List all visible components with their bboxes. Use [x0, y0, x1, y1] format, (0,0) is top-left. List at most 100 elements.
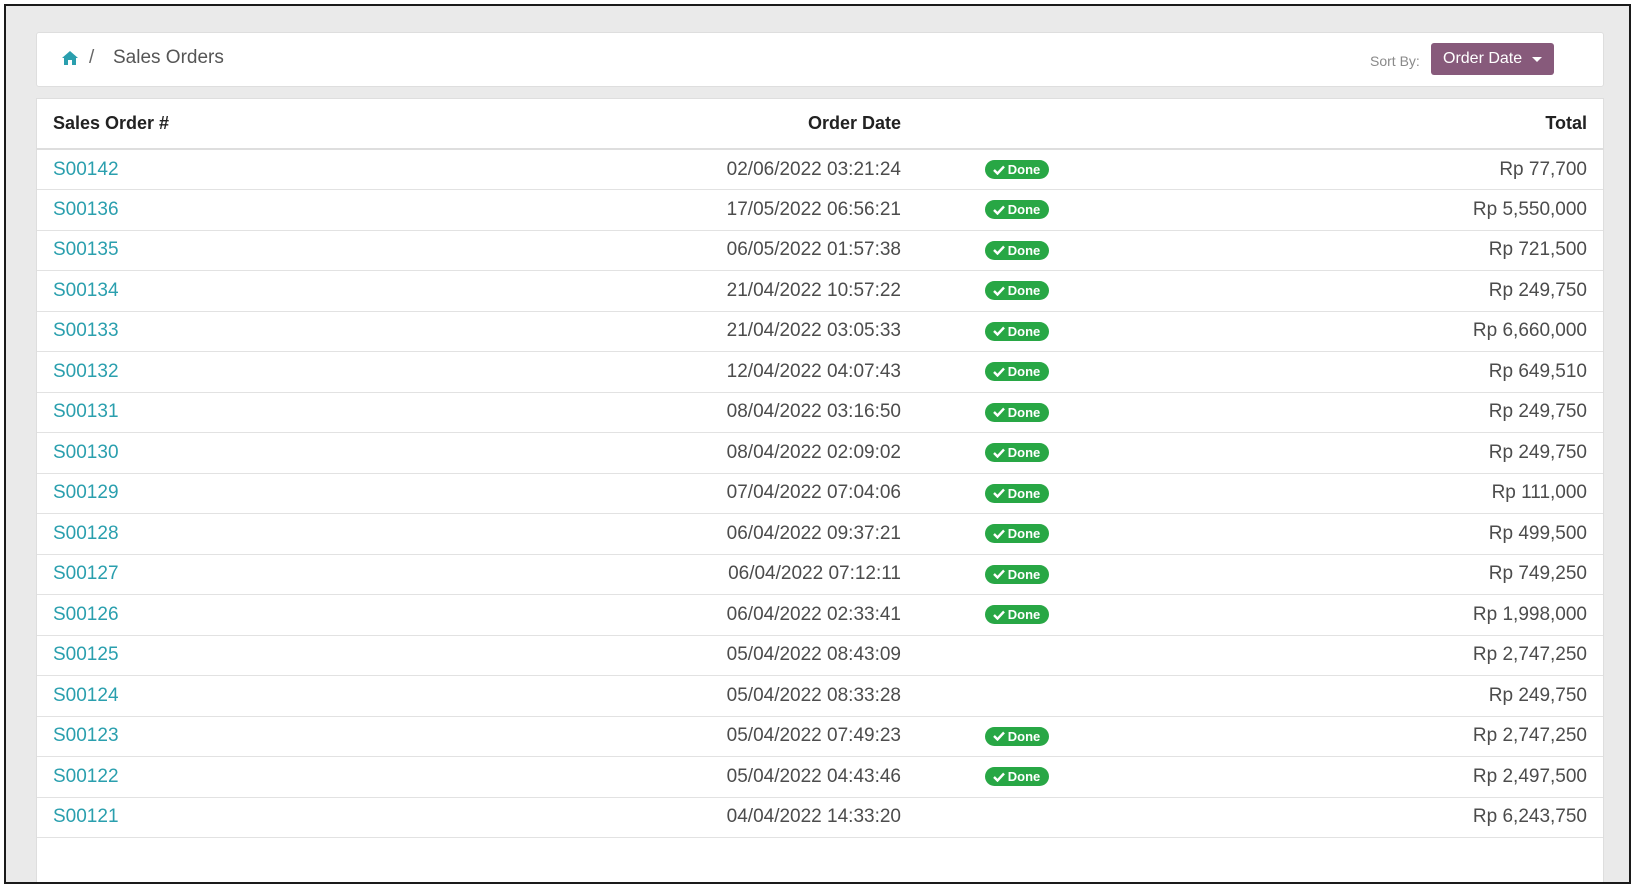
order-date-cell: 05/04/2022 07:49:23 [597, 716, 917, 757]
order-link[interactable]: S00127 [53, 563, 119, 584]
total-cell: Rp 749,250 [1097, 554, 1603, 595]
table-row[interactable]: S00132 12/04/2022 04:07:43 Done Rp 649,510 [37, 351, 1603, 393]
status-badge: Done [984, 281, 1050, 301]
order-link[interactable]: S00125 [53, 644, 119, 665]
status-label: Done [1007, 162, 1041, 177]
check-icon [992, 488, 1005, 499]
status-label: Done [1007, 526, 1041, 542]
table-row[interactable]: S00126 06/04/2022 02:33:41 Done Rp 1,998,00… [37, 594, 1603, 636]
order-link[interactable]: S00124 [53, 685, 119, 706]
order-number-cell: S00128 [37, 513, 597, 555]
total-cell: Rp 1,998,000 [1097, 594, 1603, 636]
status-label: Done [1007, 566, 1041, 582]
order-date-cell: 07/04/2022 07:04:06 [597, 473, 917, 514]
status-badge: Done [984, 605, 1050, 625]
status-badge: Done [984, 321, 1050, 341]
status-cell: Done [917, 149, 1097, 190]
status-cell: Done [917, 513, 1097, 555]
order-date-cell: 06/04/2022 09:37:21 [597, 513, 917, 555]
status-cell: Done [917, 392, 1097, 433]
status-label: Done [1007, 485, 1041, 501]
status-badge: Done [984, 160, 1050, 179]
order-link[interactable]: S00132 [53, 361, 119, 382]
status-badge: Done [984, 524, 1050, 544]
order-link[interactable]: S00133 [53, 320, 119, 341]
total-cell: Rp 111,000 [1097, 473, 1603, 514]
order-number-cell: S00126 [37, 594, 597, 636]
order-link[interactable]: S00129 [53, 482, 119, 503]
table-row[interactable]: S00131 08/04/2022 03:16:50 Done Rp 249,750 [37, 392, 1603, 433]
header-total[interactable]: Total [1097, 99, 1603, 150]
table-row[interactable]: S00127 06/04/2022 07:12:11 Done Rp 749,250 [37, 554, 1603, 595]
order-link[interactable]: S00142 [53, 159, 119, 180]
status-cell [917, 635, 1097, 676]
status-cell: Done [917, 594, 1097, 636]
table-row[interactable]: S00121 04/04/2022 14:33:20 Rp 6,243,750 [37, 797, 1603, 838]
order-date-cell: 05/04/2022 08:43:09 [597, 635, 917, 676]
status-cell [917, 675, 1097, 717]
status-label: Done [1007, 202, 1041, 218]
order-link[interactable]: S00135 [53, 239, 119, 260]
header-order-date[interactable]: Order Date [597, 99, 917, 150]
order-date-cell: 06/05/2022 01:57:38 [597, 230, 917, 271]
order-link[interactable]: S00134 [53, 280, 119, 301]
home-icon[interactable] [61, 50, 79, 66]
order-link[interactable]: S00126 [53, 604, 119, 625]
total-cell: Rp 249,750 [1097, 270, 1603, 312]
status-label: Done [1007, 404, 1041, 420]
table-row[interactable]: S00122 05/04/2022 04:43:46 Done Rp 2,497,50… [37, 756, 1603, 798]
table-row[interactable]: S00136 17/05/2022 06:56:21 Done Rp 5,550,00… [37, 189, 1603, 231]
table-header-row: Sales Order # Order Date Total [37, 99, 1603, 150]
table-row[interactable]: S00130 08/04/2022 02:09:02 Done Rp 249,750 [37, 432, 1603, 474]
table-row[interactable]: S00125 05/04/2022 08:43:09 Rp 2,747,250 [37, 635, 1603, 676]
order-link[interactable]: S00121 [53, 806, 119, 827]
order-date-cell: 08/04/2022 02:09:02 [597, 432, 917, 474]
breadcrumb: / Sales Orders Sort By: Order Date [36, 32, 1604, 87]
table-row[interactable]: S00135 06/05/2022 01:57:38 Done Rp 721,500 [37, 230, 1603, 271]
table-row[interactable]: S00128 06/04/2022 09:37:21 Done Rp 499,500 [37, 513, 1603, 555]
table-row[interactable]: S00124 05/04/2022 08:33:28 Rp 249,750 [37, 675, 1603, 717]
order-date-cell: 08/04/2022 03:16:50 [597, 392, 917, 433]
check-icon [992, 286, 1005, 296]
order-number-cell: S00142 [37, 149, 597, 190]
check-icon [992, 772, 1005, 782]
table-row[interactable]: S00142 02/06/2022 03:21:24 Done Rp 77,700 [37, 149, 1603, 190]
total-cell: Rp 77,700 [1097, 149, 1603, 190]
table-row[interactable]: S00129 07/04/2022 07:04:06 Done Rp 111,000 [37, 473, 1603, 514]
total-cell: Rp 2,747,250 [1097, 716, 1603, 757]
table-row[interactable]: S00134 21/04/2022 10:57:22 Done Rp 249,750 [37, 270, 1603, 312]
breadcrumb-separator: / [89, 47, 95, 68]
order-link[interactable]: S00123 [53, 725, 119, 746]
order-link[interactable]: S00131 [53, 401, 119, 422]
check-icon [992, 165, 1005, 175]
status-cell: Done [917, 311, 1097, 352]
order-date-cell: 02/06/2022 03:21:24 [597, 149, 917, 190]
total-cell: Rp 6,660,000 [1097, 311, 1603, 352]
total-cell: Rp 6,243,750 [1097, 797, 1603, 838]
status-badge: Done [984, 362, 1050, 382]
header-sales-order[interactable]: Sales Order # [37, 99, 597, 150]
order-number-cell: S00133 [37, 311, 597, 352]
status-cell: Done [917, 189, 1097, 231]
table-row[interactable]: S00123 05/04/2022 07:49:23 Done Rp 2,747,25… [37, 716, 1603, 757]
window-frame: / Sales Orders Sort By: Order Date Sales… [4, 4, 1631, 884]
sort-label: Sort By: [1370, 53, 1420, 69]
total-cell: Rp 5,550,000 [1097, 189, 1603, 231]
order-date-cell: 21/04/2022 10:57:22 [597, 270, 917, 312]
check-icon [992, 529, 1005, 539]
check-icon [992, 610, 1005, 620]
order-link[interactable]: S00136 [53, 199, 119, 220]
status-badge: Done [984, 483, 1050, 503]
order-date-cell: 06/04/2022 07:12:11 [597, 554, 917, 595]
order-link[interactable]: S00122 [53, 766, 119, 787]
table-row[interactable]: S00133 21/04/2022 03:05:33 Done Rp 6,660,00… [37, 311, 1603, 352]
check-icon [992, 326, 1005, 337]
check-icon [992, 448, 1005, 458]
check-icon [992, 407, 1005, 418]
order-link[interactable]: S00128 [53, 523, 119, 544]
order-number-cell: S00127 [37, 554, 597, 595]
status-badge: Done [984, 200, 1050, 220]
order-number-cell: S00122 [37, 756, 597, 798]
sort-dropdown-button[interactable]: Order Date [1431, 43, 1555, 75]
order-link[interactable]: S00130 [53, 442, 119, 463]
